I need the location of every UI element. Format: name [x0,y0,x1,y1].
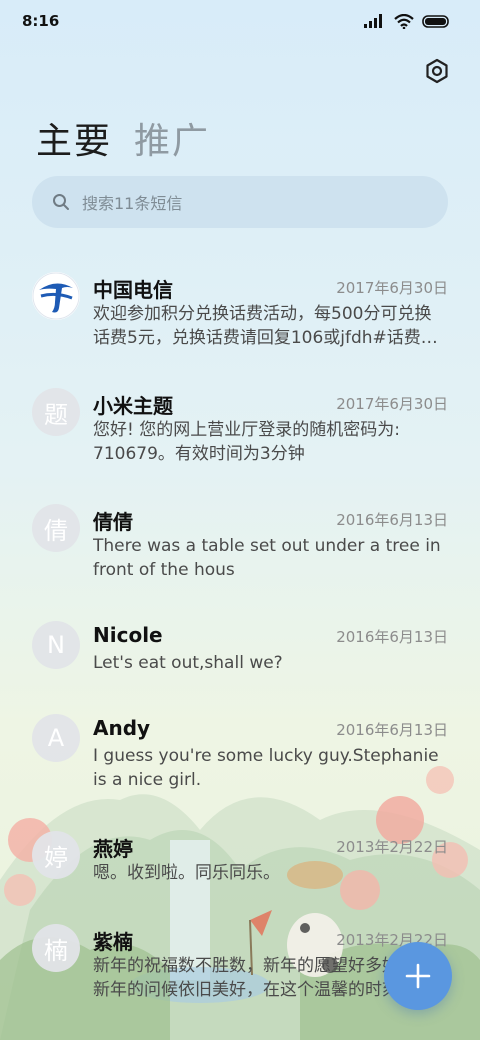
message-date: 2017年6月30日 [336,395,448,413]
search-icon [53,194,69,210]
message-date: 2016年6月13日 [336,628,448,646]
wifi-icon [394,13,414,29]
message-preview: 您好! 您的网上营业厅登录的随机密码为: 710679。有效时间为3分钟 [93,420,400,464]
message-preview: 嗯。收到啦。同乐同乐。 [93,863,280,883]
hexagon-gear-icon [426,58,448,84]
avatar: 楠 [32,924,80,972]
settings-button[interactable] [420,54,454,88]
message-preview: I guess you're some lucky guy.Stephanie … [93,746,439,790]
battery-icon [422,14,449,28]
plus-icon [405,963,431,989]
search-bar[interactable]: 搜索11条短信 [32,176,448,228]
tab-primary[interactable]: 主要 [36,112,112,164]
message-date: 2016年6月13日 [336,721,448,739]
sender-name: 燕婷 [93,837,133,861]
status-icons [364,13,450,29]
sender-name: Nicole [93,623,163,647]
sender-name: 中国电信 [93,278,173,302]
message-date: 2016年6月13日 [336,511,448,529]
message-preview: Let's eat out,shall we? [93,653,283,673]
china-telecom-logo [32,272,80,320]
avatar: N [32,621,80,669]
message-date: 2013年2月22日 [336,838,448,856]
search-input[interactable]: 搜索11条短信 [82,190,182,214]
avatar: A [32,714,80,762]
avatar: 题 [32,388,80,436]
status-time: 8:16 [22,12,60,30]
sender-name: 倩倩 [93,510,133,534]
tab-bar: 主要 推广 [36,112,210,164]
avatar: 婷 [32,831,80,879]
status-bar: 8:16 [0,0,480,42]
sender-name: 小米主题 [93,394,173,418]
message-date: 2017年6月30日 [336,279,448,297]
sender-name: Andy [93,716,151,740]
sender-name: 紫楠 [93,930,133,954]
message-preview: 欢迎参加积分兑换话费活动，每500分可兑换话费5元，兑换话费请回复106或jfd… [93,304,438,348]
compose-button[interactable] [384,942,452,1010]
avatar: 倩 [32,504,80,552]
signal-icon [364,14,382,28]
tab-promotions[interactable]: 推广 [134,112,210,164]
message-preview: There was a table set out under a tree i… [93,536,441,580]
